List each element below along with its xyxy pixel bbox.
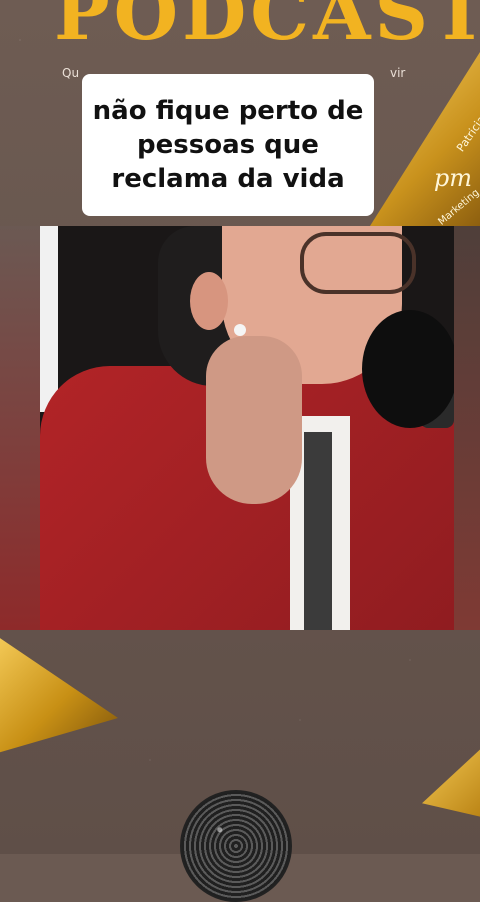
glasses <box>300 232 416 294</box>
video-right-edge <box>454 226 480 630</box>
raised-hand <box>206 336 302 504</box>
video-left-edge <box>0 226 40 630</box>
subtitle-left: Qu <box>62 66 80 80</box>
microphone-grille-icon <box>180 790 292 902</box>
logo-tagline: Marketing <box>436 187 480 226</box>
background-panel <box>40 226 58 412</box>
caption-line-1: não fique perto de <box>92 96 364 126</box>
caption-box: não fique perto de pessoas que reclama d… <box>82 74 374 216</box>
tie <box>304 432 332 630</box>
ear <box>190 272 228 330</box>
logo-mark: pm <box>433 164 472 192</box>
logo-name: Patricia M <box>454 103 480 155</box>
caption-line-2: pessoas que <box>137 130 319 160</box>
caption-line-3: reclama da vida <box>111 164 345 194</box>
microphone-icon <box>362 310 458 428</box>
earring <box>234 324 246 336</box>
podcast-title: PODCAST <box>54 0 480 57</box>
subtitle-right: vir <box>390 66 406 80</box>
video-frame[interactable] <box>0 226 480 630</box>
